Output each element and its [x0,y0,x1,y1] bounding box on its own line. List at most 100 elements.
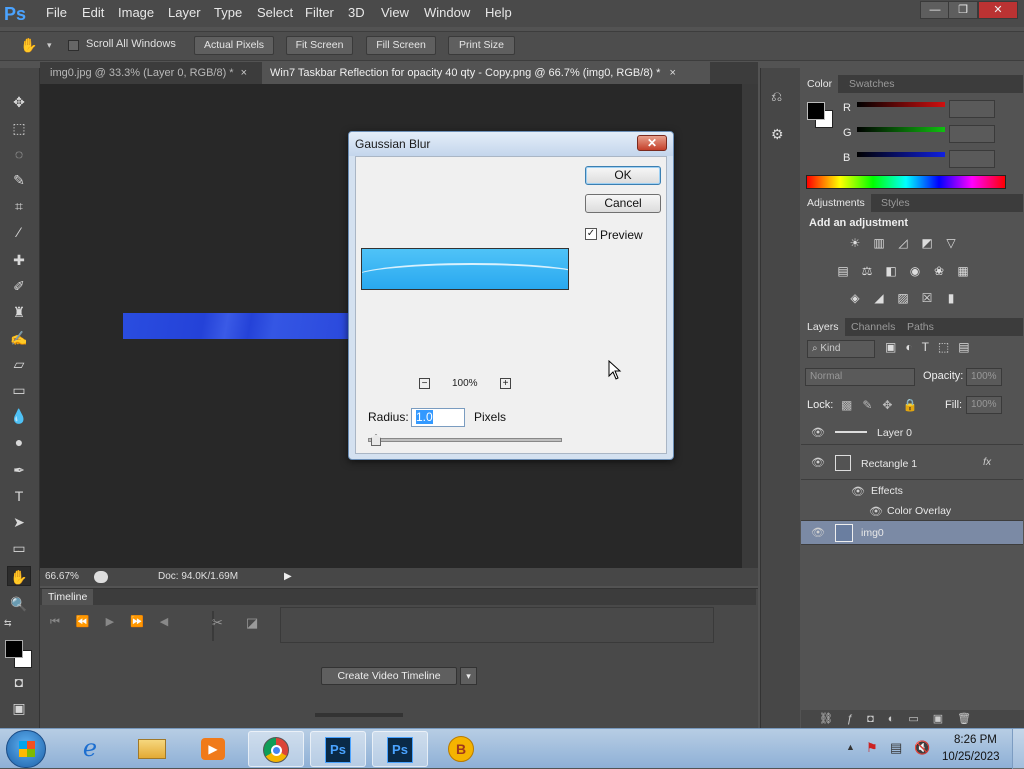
layers-footer-icons[interactable]: ⛓ƒ◘◐▭▣🗑 [801,710,1024,728]
tray-flag-icon[interactable]: ⚑ [866,740,878,756]
tray-network-icon[interactable]: ▤ [890,740,902,756]
preview-window[interactable] [361,248,569,290]
gradient-tool-icon[interactable]: ▭ [9,380,29,400]
properties-panel-icon[interactable]: ⚙ [771,126,791,146]
threshold-icon[interactable]: ▨ [895,291,911,305]
quick-select-tool-icon[interactable]: ✎ [9,170,29,190]
tab-swatches[interactable]: Swatches [843,75,901,93]
menu-edit[interactable]: Edit [82,5,104,21]
move-tool-icon[interactable]: ✥ [9,92,29,112]
type-tool-icon[interactable]: T [9,486,29,506]
b-slider[interactable] [857,152,945,157]
timeline-track-area[interactable] [280,607,714,643]
fx-icon[interactable]: fx [983,456,991,468]
tab-layers[interactable]: Layers [801,318,845,336]
menu-layer[interactable]: Layer [168,5,201,21]
taskbar-ie-button[interactable]: ℯ [62,731,118,767]
tab-adjustments[interactable]: Adjustments [801,194,871,212]
clone-stamp-tool-icon[interactable]: ♜ [9,302,29,322]
layer-row[interactable]: 👁 Layer 0 [801,420,1023,445]
fill-field[interactable]: 100% [966,396,1002,414]
r-slider[interactable] [857,102,945,107]
tab-styles[interactable]: Styles [875,194,916,212]
close-button[interactable]: ✕ [978,1,1018,19]
levels-icon[interactable]: ▥ [871,236,887,250]
taskbar-chrome-button[interactable] [248,731,304,767]
menu-view[interactable]: View [381,5,409,21]
menu-select[interactable]: Select [257,5,293,21]
blend-mode-select[interactable]: Normal [805,368,915,386]
layer-name[interactable]: img0 [861,527,884,539]
color-balance-icon[interactable]: ⚖ [859,264,875,278]
zoom-out-icon[interactable]: − [419,378,430,389]
menu-type[interactable]: Type [214,5,242,21]
timeline-playback-controls[interactable]: ⏮⏪▶⏩◀ [50,615,184,629]
taskbar-explorer-button[interactable] [124,731,180,767]
layer-name[interactable]: Rectangle 1 [861,458,917,470]
eraser-tool-icon[interactable]: ▱ [9,354,29,374]
zoom-tool-icon[interactable]: 🔍 [9,594,29,614]
black-white-icon[interactable]: ◧ [883,264,899,278]
vibrance-icon[interactable]: ▽ [943,236,959,250]
tab-close-icon[interactable]: × [241,67,247,79]
tab-close-icon[interactable]: × [670,67,676,79]
print-size-button[interactable]: Print Size [448,36,515,55]
tray-expand-icon[interactable]: ▲ [846,742,855,752]
lasso-tool-icon[interactable]: ◌ [9,144,29,164]
taskbar-bitcomet-button[interactable]: B [434,731,490,767]
layer-kind-filter[interactable]: ⌕ Kind [807,340,875,358]
history-brush-tool-icon[interactable]: ✍ [9,328,29,348]
canvas-vertical-scrollbar[interactable] [742,84,758,568]
exposure-icon[interactable]: ◩ [919,236,935,250]
posterize-icon[interactable]: ◢ [871,291,887,305]
marquee-tool-icon[interactable]: ⬚ [9,118,29,138]
quick-mask-icon[interactable]: ◘ [9,672,29,692]
taskbar-photoshop-button-1[interactable]: Ps [310,731,366,767]
timeline-zoom-slider[interactable] [315,713,403,717]
channel-mixer-icon[interactable]: ❀ [931,264,947,278]
eye-icon[interactable]: 👁 [851,485,865,498]
invert-icon[interactable]: ◈ [847,291,863,305]
tab-channels[interactable]: Channels [845,318,901,336]
radius-slider-track[interactable] [368,438,562,442]
history-panel-icon[interactable]: ⎌ [771,88,791,108]
opacity-field[interactable]: 100% [966,368,1002,386]
r-value-field[interactable] [949,100,995,118]
menu-file[interactable]: File [46,5,67,21]
gradient-map-icon[interactable]: ▮ [943,291,959,305]
eye-icon[interactable]: 👁 [869,505,883,518]
dialog-close-icon[interactable]: ✕ [637,135,667,151]
menu-window[interactable]: Window [424,5,470,21]
tray-volume-icon[interactable]: 🔇 [914,740,930,756]
timeline-tab[interactable]: Timeline [42,589,94,605]
tab-img0[interactable]: img0.jpg @ 33.3% (Layer 0, RGB/8) * × [42,62,260,84]
preview-checkbox[interactable]: ✓ [585,228,597,240]
eye-icon[interactable]: 👁 [811,426,825,439]
foreground-color-swatch[interactable] [5,640,23,658]
blur-tool-icon[interactable]: 💧 [9,406,29,426]
eyedropper-tool-icon[interactable]: ⁄ [9,222,29,242]
hand-tool-active-icon[interactable]: ✋ [7,566,31,586]
g-value-field[interactable] [949,125,995,143]
fit-screen-button[interactable]: Fit Screen [286,36,353,55]
create-video-timeline-button[interactable]: Create Video Timeline [321,667,457,685]
minimize-button[interactable]: — [920,1,950,19]
timeline-dropdown-icon[interactable]: ▾ [460,667,477,685]
tab-paths[interactable]: Paths [901,318,940,336]
taskbar-media-button[interactable]: ▶ [186,731,242,767]
transition-icon[interactable]: ◪ [246,615,258,631]
color-lookup-icon[interactable]: ▦ [955,264,971,278]
selective-color-icon[interactable]: ☒ [919,291,935,305]
zoom-in-icon[interactable]: + [500,378,511,389]
menu-filter[interactable]: Filter [305,5,334,21]
tab-win7-reflection[interactable]: Win7 Taskbar Reflection for opacity 40 q… [262,62,710,84]
dodge-tool-icon[interactable]: ● [9,432,29,452]
eye-icon[interactable]: 👁 [811,456,825,469]
brush-tool-icon[interactable]: ✐ [9,276,29,296]
swap-colors-icon[interactable]: ⇆ [4,618,12,629]
actual-pixels-button[interactable]: Actual Pixels [194,36,274,55]
menu-3d[interactable]: 3D [348,5,365,21]
menu-image[interactable]: Image [118,5,154,21]
brightness-icon[interactable]: ☀ [847,236,863,250]
taskbar-photoshop-button-2[interactable]: Ps [372,731,428,767]
